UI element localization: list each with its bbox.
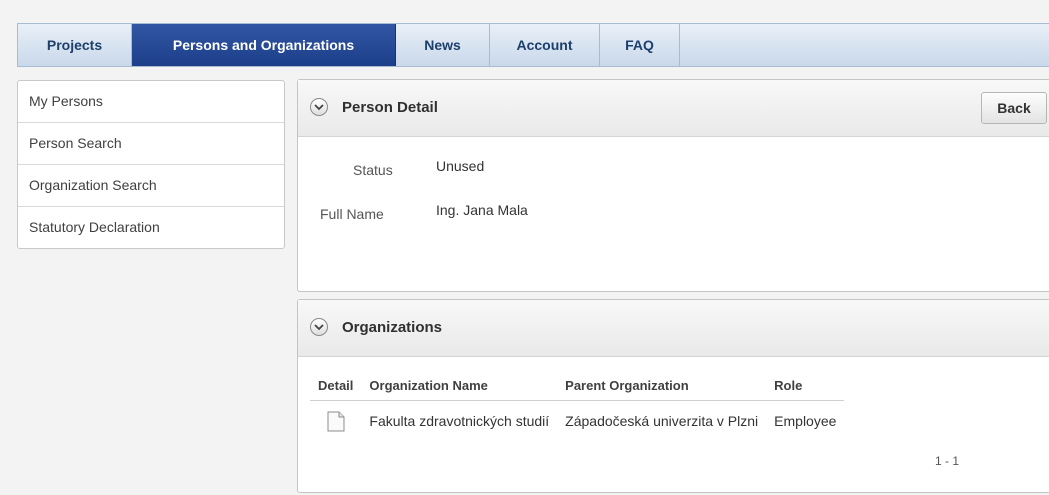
back-button[interactable]: Back (981, 92, 1047, 124)
chevron-down-icon[interactable] (310, 318, 328, 336)
tab-news[interactable]: News (396, 24, 490, 66)
person-detail-header: Person Detail Back (298, 80, 1049, 137)
organizations-region: Organizations Detail Organization Name P… (297, 299, 1049, 493)
column-header-role[interactable]: Role (766, 370, 845, 401)
tab-faq[interactable]: FAQ (600, 24, 680, 66)
table-header-row: Detail Organization Name Parent Organiza… (310, 370, 845, 401)
sidebar-item-person-search[interactable]: Person Search (18, 123, 284, 165)
tab-account[interactable]: Account (490, 24, 600, 66)
organization-name-cell: Fakulta zdravotnických studií (369, 413, 550, 429)
main-tab-bar: Projects Persons and Organizations News … (17, 23, 1049, 67)
role-cell: Employee (774, 413, 837, 429)
full-name-value: Ing. Jana Mala (436, 202, 528, 218)
table-row: Fakulta zdravotnických studií Západočesk… (310, 401, 844, 442)
organizations-header: Organizations (298, 300, 1049, 357)
detail-cell (310, 401, 361, 442)
sidebar-item-organization-search[interactable]: Organization Search (18, 165, 284, 207)
chevron-down-icon[interactable] (310, 98, 328, 116)
status-label: Status (353, 162, 393, 178)
column-header-detail[interactable]: Detail (310, 370, 362, 401)
tab-projects[interactable]: Projects (18, 24, 132, 66)
organizations-table: Detail Organization Name Parent Organiza… (310, 370, 845, 442)
full-name-label: Full Name (320, 206, 384, 222)
sidebar-nav: My Persons Person Search Organization Se… (17, 80, 285, 249)
document-icon[interactable] (327, 411, 345, 432)
pagination-info: 1 - 1 (935, 454, 960, 468)
person-detail-title: Person Detail (342, 99, 438, 116)
sidebar-item-my-persons[interactable]: My Persons (18, 81, 284, 123)
column-header-organization-name[interactable]: Organization Name (361, 370, 558, 401)
status-value: Unused (436, 158, 485, 174)
parent-organization-cell: Západočeská univerzita v Plzni (565, 413, 759, 429)
tab-persons-and-organizations[interactable]: Persons and Organizations (132, 24, 396, 66)
organizations-title: Organizations (342, 319, 443, 336)
column-header-parent-organization[interactable]: Parent Organization (557, 370, 767, 401)
person-detail-region: Person Detail Back Status Unused Full Na… (297, 79, 1049, 292)
sidebar-item-statutory-declaration[interactable]: Statutory Declaration (18, 207, 284, 248)
